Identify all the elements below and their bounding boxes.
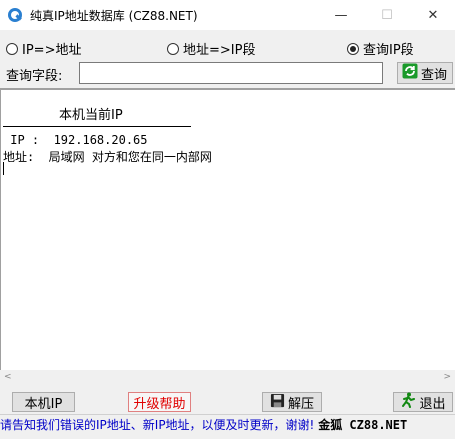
brand-text: 金狐 CZ88.NET <box>318 418 408 432</box>
query-button[interactable]: 查询 <box>397 62 453 84</box>
app-icon <box>7 7 23 23</box>
window-title: 纯真IP地址数据库 (CZ88.NET) <box>30 9 198 23</box>
result-ip-line: IP : 192.168.20.65 <box>3 133 148 147</box>
options-panel: IP=>地址 地址=>IP段 查询IP段 查询字段: 查询 <box>0 30 455 88</box>
query-field-label: 查询字段: <box>6 69 63 84</box>
query-button-label: 查询 <box>421 67 448 83</box>
radio-indicator <box>6 42 18 55</box>
scroll-right-arrow-icon[interactable]: > <box>443 370 451 384</box>
upgrade-help-button[interactable]: 升级帮助 <box>128 392 191 412</box>
radio-label: 查询IP段 <box>363 43 414 58</box>
radio-ip-to-address[interactable]: IP=>地址 <box>6 39 81 58</box>
minimize-button[interactable]: — <box>318 0 364 30</box>
radio-indicator-selected <box>347 42 359 55</box>
exit-button[interactable]: 退出 <box>393 392 453 412</box>
query-input[interactable] <box>79 62 383 84</box>
unzip-button-label: 解压 <box>287 396 314 412</box>
radio-label: 地址=>IP段 <box>183 43 256 58</box>
maximize-button[interactable]: ☐ <box>364 0 410 30</box>
status-bar: 请告知我们错误的IP地址、新IP地址，以便及时更新，谢谢! 金狐 CZ88.NE… <box>0 416 455 433</box>
exit-button-label: 退出 <box>419 396 446 412</box>
bottom-bar: 本机IP 升级帮助 解压 退出 请告知我们错误的IP地址、新IP地址，以便及时更… <box>0 384 455 439</box>
title-bar: 纯真IP地址数据库 (CZ88.NET) — ☐ ✕ <box>0 0 455 30</box>
result-area[interactable]: 本机当前IP IP : 192.168.20.65 地址: 局域网 对方和您在同… <box>0 88 455 384</box>
scroll-left-arrow-icon[interactable]: < <box>4 370 12 384</box>
save-icon <box>270 393 285 412</box>
refresh-icon <box>402 63 418 83</box>
status-message: 请告知我们错误的IP地址、新IP地址，以便及时更新，谢谢! <box>0 418 315 432</box>
heading-underline <box>3 126 191 127</box>
running-man-icon <box>400 392 416 412</box>
text-caret <box>3 162 4 175</box>
radio-indicator <box>167 42 179 55</box>
result-heading: 本机当前IP <box>59 108 123 123</box>
unzip-button[interactable]: 解压 <box>262 392 322 412</box>
radio-query-range[interactable]: 查询IP段 <box>347 39 414 58</box>
result-address-line: 地址: 局域网 对方和您在同一内部网 <box>3 150 212 164</box>
horizontal-scrollbar[interactable]: < > <box>0 370 455 384</box>
local-ip-button[interactable]: 本机IP <box>12 392 75 412</box>
radio-label: IP=>地址 <box>22 43 82 58</box>
divider <box>0 414 455 415</box>
radio-address-to-ip[interactable]: 地址=>IP段 <box>167 39 255 58</box>
close-button[interactable]: ✕ <box>410 0 455 30</box>
